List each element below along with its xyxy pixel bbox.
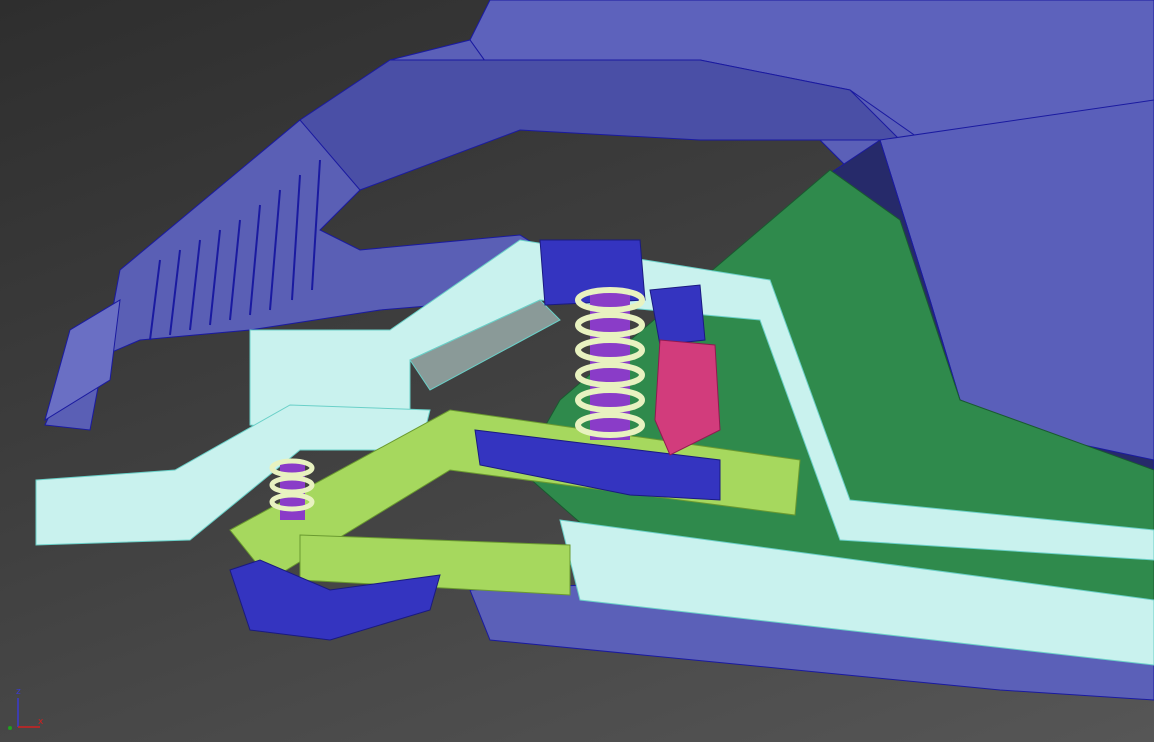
axis-x-label: x: [38, 717, 44, 727]
axis-gizmo: [8, 698, 40, 730]
axis-z-label: z: [16, 687, 21, 697]
scene: [8, 0, 1154, 730]
3d-viewport[interactable]: z x: [0, 0, 1154, 742]
